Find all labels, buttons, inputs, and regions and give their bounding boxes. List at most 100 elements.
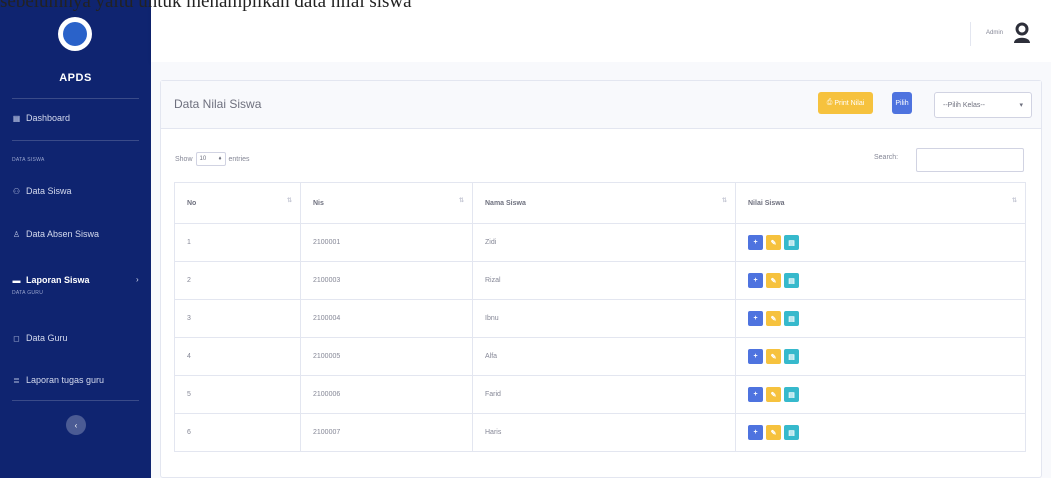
- sidebar-item-label: Laporan tugas guru: [26, 375, 105, 385]
- table-row: 6 2100007 Haris + ✎ ▤: [174, 413, 1026, 452]
- add-nilai-button[interactable]: +: [748, 311, 763, 326]
- nilai-table: No ⇅ Nis ⇅ Nama Siswa ⇅ Nilai Siswa ⇅ 1 21000…: [174, 182, 1026, 452]
- cell-nama: Haris: [472, 413, 736, 452]
- brand-name[interactable]: APDS: [0, 72, 151, 84]
- edit-nilai-button[interactable]: ✎: [766, 235, 781, 250]
- sidebar-item-label: Data Guru: [26, 333, 68, 343]
- add-nilai-button[interactable]: +: [748, 235, 763, 250]
- cell-nis: 2100004: [300, 299, 473, 338]
- print-nilai-label: Print Nilai: [834, 99, 865, 107]
- sidebar-item-data-absen-siswa[interactable]: ♙ Data Absen Siswa: [12, 229, 99, 239]
- document-icon: ▤: [788, 353, 795, 361]
- document-icon: ▤: [788, 315, 795, 323]
- entries-value: 10: [199, 156, 207, 162]
- folder-icon: ▬: [12, 275, 21, 285]
- sidebar-item-laporan-siswa[interactable]: ▬ Laporan Siswa: [12, 275, 90, 285]
- chevron-left-icon: ‹: [74, 420, 78, 430]
- plus-icon: +: [753, 391, 758, 398]
- sidebar-item-label: Data Siswa: [26, 186, 72, 196]
- cell-nis: 2100003: [300, 261, 473, 300]
- view-nilai-button[interactable]: ▤: [784, 387, 799, 402]
- edit-icon: ✎: [770, 391, 777, 399]
- sidebar-item-label: Laporan Siswa: [26, 275, 90, 285]
- users-icon: ⚇: [12, 186, 21, 196]
- entries-select[interactable]: 10 ♦: [195, 152, 226, 166]
- cell-nis: 2100006: [300, 375, 473, 414]
- document-icon: ▤: [788, 239, 795, 247]
- card-title: Data Nilai Siswa: [174, 97, 262, 111]
- cell-no: 4: [174, 337, 301, 376]
- column-header-nama[interactable]: Nama Siswa ⇅: [472, 182, 736, 224]
- cell-actions: + ✎ ▤: [735, 375, 1026, 414]
- topbar-divider: [970, 22, 971, 46]
- table-row: 4 2100005 Alfa + ✎ ▤: [174, 337, 1026, 376]
- add-nilai-button[interactable]: +: [748, 349, 763, 364]
- add-nilai-button[interactable]: +: [748, 273, 763, 288]
- sidebar-item-label: Data Absen Siswa: [26, 229, 100, 239]
- cell-nama: Zidi: [472, 223, 736, 262]
- chat-icon: ◻: [13, 333, 20, 343]
- entries-label: entries: [228, 155, 250, 163]
- chevron-down-icon: ▾: [1019, 102, 1023, 109]
- user-avatar-icon[interactable]: [1013, 22, 1031, 44]
- edit-icon: ✎: [770, 315, 777, 323]
- cell-no: 2: [174, 261, 301, 300]
- table-row: 1 2100001 Zidi + ✎ ▤: [174, 223, 1026, 262]
- view-nilai-button[interactable]: ▤: [784, 425, 799, 440]
- sidebar-item-data-siswa[interactable]: ⚇ Data Siswa: [12, 186, 72, 196]
- document-icon: ▤: [788, 429, 795, 437]
- sidebar-toggle-button[interactable]: ‹: [66, 415, 86, 435]
- sidebar-item-label: Dashboard: [26, 113, 71, 123]
- plus-icon: +: [753, 239, 758, 246]
- search-input[interactable]: [916, 148, 1024, 172]
- plus-icon: +: [753, 315, 758, 322]
- view-nilai-button[interactable]: ▤: [784, 349, 799, 364]
- kelas-select-value: --Pilih Kelas--: [943, 101, 986, 109]
- edit-nilai-button[interactable]: ✎: [766, 311, 781, 326]
- sidebar-heading-guru: DATA GURU: [12, 290, 44, 296]
- cell-no: 3: [174, 299, 301, 338]
- edit-nilai-button[interactable]: ✎: [766, 349, 781, 364]
- add-nilai-button[interactable]: +: [748, 387, 763, 402]
- sidebar-divider: [12, 98, 139, 99]
- cell-actions: + ✎ ▤: [735, 223, 1026, 262]
- view-nilai-button[interactable]: ▤: [784, 273, 799, 288]
- view-nilai-button[interactable]: ▤: [784, 311, 799, 326]
- cell-nama: Farid: [472, 375, 736, 414]
- edit-icon: ✎: [770, 239, 777, 247]
- card-header: Data Nilai Siswa ⎙ Print Nilai Pilih --P…: [161, 81, 1041, 129]
- cell-actions: + ✎ ▤: [735, 337, 1026, 376]
- view-nilai-button[interactable]: ▤: [784, 235, 799, 250]
- column-header-nis[interactable]: Nis ⇅: [300, 182, 473, 224]
- column-header-no[interactable]: No ⇅: [174, 182, 301, 224]
- edit-icon: ✎: [770, 429, 777, 437]
- data-card: Data Nilai Siswa ⎙ Print Nilai Pilih --P…: [160, 80, 1042, 478]
- cell-nama: Ibnu: [472, 299, 736, 338]
- edit-nilai-button[interactable]: ✎: [766, 425, 781, 440]
- sidebar-item-data-guru[interactable]: ◻ Data Guru: [12, 333, 68, 343]
- add-nilai-button[interactable]: +: [748, 425, 763, 440]
- cell-actions: + ✎ ▤: [735, 261, 1026, 300]
- app-root: sebelumnya yaitu untuk menampilkan data …: [0, 0, 1051, 478]
- print-nilai-button[interactable]: ⎙ Print Nilai: [818, 92, 873, 114]
- brand-logo[interactable]: [58, 17, 92, 51]
- table-body: 1 2100001 Zidi + ✎ ▤ 2 2100003 Rizal + ✎ ▤ 3 2100004 I…: [174, 223, 1026, 452]
- edit-nilai-button[interactable]: ✎: [766, 273, 781, 288]
- user-name[interactable]: Admin: [986, 30, 1003, 36]
- show-label: Show: [175, 155, 193, 163]
- plus-icon: +: [753, 429, 758, 436]
- sort-icon: ⇅: [1011, 198, 1017, 204]
- sidebar-item-dashboard[interactable]: ▦ Dashboard: [12, 113, 70, 123]
- table-header-row: No ⇅ Nis ⇅ Nama Siswa ⇅ Nilai Siswa ⇅: [174, 182, 1026, 224]
- sidebar-item-laporan-tugas-guru[interactable]: ≣ Laporan tugas guru: [12, 375, 104, 385]
- column-header-nilai[interactable]: Nilai Siswa ⇅: [735, 182, 1026, 224]
- pilih-button[interactable]: Pilih: [892, 92, 912, 114]
- sort-icon: ⇅: [721, 198, 727, 204]
- chevron-right-icon[interactable]: ›: [136, 275, 139, 284]
- cell-nis: 2100007: [300, 413, 473, 452]
- table-row: 5 2100006 Farid + ✎ ▤: [174, 375, 1026, 414]
- cell-nama: Alfa: [472, 337, 736, 376]
- edit-nilai-button[interactable]: ✎: [766, 387, 781, 402]
- document-icon: ▤: [788, 277, 795, 285]
- kelas-select[interactable]: --Pilih Kelas-- ▾: [934, 92, 1032, 118]
